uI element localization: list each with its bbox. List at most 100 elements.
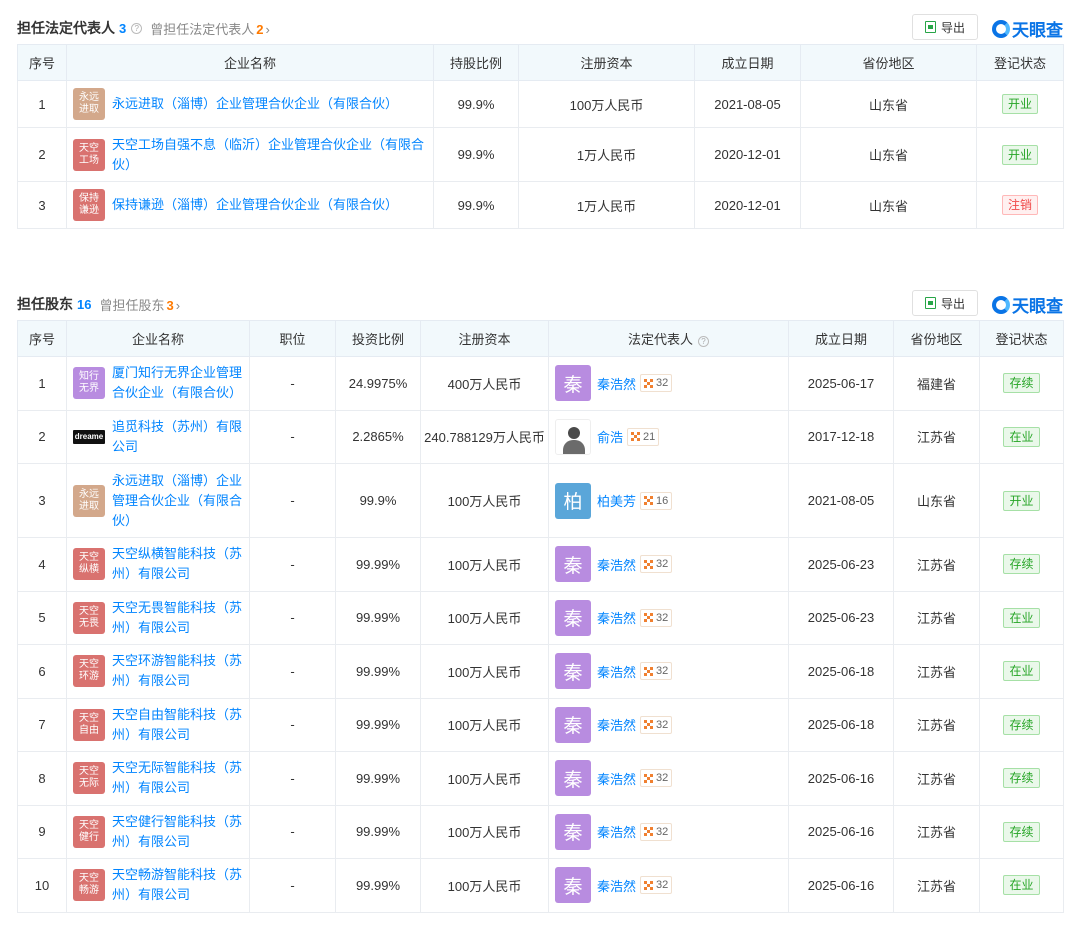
legal-rep-wrap: 秦秦浩然 32 (549, 653, 788, 690)
avatar[interactable]: 秦 (555, 599, 591, 636)
legal-rep-cell: 俞浩 21 (548, 409, 789, 464)
share-ratio: 99.9% (433, 80, 519, 128)
legal-rep-name-link[interactable]: 俞浩 (597, 427, 623, 446)
avatar[interactable]: 秦 (555, 867, 591, 904)
company-name-link[interactable]: 天空无畏智能科技（苏州）有限公司 (112, 598, 243, 638)
avatar[interactable]: 秦 (555, 813, 591, 850)
company-cell: 永远进取 永远进取（淄博）企业管理合伙企业（有限合伙） (66, 80, 434, 128)
company-cell: 永远进取 永远进取（淄博）企业管理合伙企业（有限合伙） (66, 463, 250, 538)
avatar[interactable]: 秦 (555, 365, 591, 402)
company-cell: 天空健行 天空健行智能科技（苏州）有限公司 (66, 804, 250, 859)
legal-rep-name-link[interactable]: 秦浩然 (597, 876, 636, 895)
relation-icon (644, 720, 653, 729)
company-cell: 知行无界 厦门知行无界企业管理合伙企业（有限合伙） (66, 356, 250, 411)
legal-rep-name-link[interactable]: 秦浩然 (597, 715, 636, 734)
company-name-link[interactable]: 追觅科技（苏州）有限公司 (112, 417, 243, 457)
registered-capital: 100万人民币 (518, 80, 695, 128)
avatar[interactable]: 秦 (555, 706, 591, 743)
related-companies-badge[interactable]: 16 (640, 491, 673, 510)
shareholder-table: 序号 企业名称 职位 投资比例 注册资本 法定代表人? 成立日期 省份地区 登记状态 1 知行无界… (17, 320, 1064, 913)
related-companies-badge[interactable]: 32 (640, 822, 673, 841)
related-companies-badge[interactable]: 32 (640, 608, 673, 627)
company-name-link[interactable]: 天空自由智能科技（苏州）有限公司 (112, 705, 243, 745)
company-logo: 保持谦逊 (73, 189, 105, 221)
company-logo: 天空无畏 (73, 601, 105, 634)
related-companies-badge[interactable]: 32 (640, 662, 673, 681)
legal-rep-name-link[interactable]: 秦浩然 (597, 769, 636, 788)
legal-rep-name-link[interactable]: 秦浩然 (597, 374, 636, 393)
company-logo: 天空无际 (73, 762, 105, 795)
excel-icon (924, 21, 936, 33)
company-name-link[interactable]: 永远进取（淄博）企业管理合伙企业（有限合伙） (112, 94, 398, 114)
related-companies-badge[interactable]: 32 (640, 715, 673, 734)
column-header-label: 职位 (279, 332, 306, 347)
column-header-label: 登记状态 (995, 332, 1048, 347)
related-companies-badge[interactable]: 32 (640, 769, 673, 788)
company-name-link[interactable]: 天空工场自强不息（临沂）企业管理合伙企业（有限合伙） (112, 135, 427, 175)
relation-icon (644, 827, 653, 836)
company-name-wrap: 保持谦逊 保持谦逊（淄博）企业管理合伙企业（有限合伙） (73, 189, 427, 221)
company-name-wrap: 天空环游 天空环游智能科技（苏州）有限公司 (73, 651, 243, 691)
avatar[interactable]: 秦 (555, 760, 591, 797)
former-legal-rep-link[interactable]: 曾担任法定代表人 2 › (150, 19, 270, 38)
region: 江苏省 (893, 858, 980, 913)
company-name-link[interactable]: 保持谦逊（淄博）企业管理合伙企业（有限合伙） (112, 195, 398, 215)
column-header-label: 序号 (28, 332, 55, 347)
share-ratio: 99.9% (433, 127, 519, 182)
company-name-link[interactable]: 天空纵横智能科技（苏州）有限公司 (112, 544, 243, 584)
relation-icon (644, 496, 653, 505)
legal-rep-wrap: 秦秦浩然 32 (549, 813, 788, 850)
legal-rep-wrap: 秦秦浩然 32 (549, 867, 788, 904)
related-companies-badge[interactable]: 32 (640, 555, 673, 574)
export-label: 导出 (940, 20, 965, 35)
company-logo: 天空畅游 (73, 869, 105, 902)
avatar[interactable]: 秦 (555, 546, 591, 583)
related-count: 32 (656, 825, 669, 838)
company-name-link[interactable]: 厦门知行无界企业管理合伙企业（有限合伙） (112, 363, 243, 403)
status-cell: 在业 (979, 409, 1064, 464)
related-companies-badge[interactable]: 32 (640, 374, 673, 393)
column-header: 序号 (17, 320, 67, 357)
related-companies-badge[interactable]: 21 (627, 427, 660, 446)
help-icon[interactable]: ? (698, 336, 709, 347)
table-row: 5 天空无畏 天空无畏智能科技（苏州）有限公司 -99.99% 100万人民币秦秦浩然 3… (17, 590, 1064, 645)
help-icon[interactable]: ? (131, 22, 143, 34)
row-index: 4 (17, 537, 67, 592)
avatar[interactable] (555, 418, 591, 455)
table-row: 4 天空纵横 天空纵横智能科技（苏州）有限公司 -99.99% 100万人民币秦秦浩然 3… (17, 537, 1064, 592)
status-cell: 开业 (976, 80, 1064, 128)
established-date: 2021-08-05 (788, 463, 894, 538)
investment-ratio: 99.99% (335, 804, 421, 859)
company-name-link[interactable]: 天空无际智能科技（苏州）有限公司 (112, 758, 243, 798)
avatar[interactable]: 秦 (555, 653, 591, 690)
legal-rep-name-link[interactable]: 秦浩然 (597, 822, 636, 841)
legal-rep-name-link[interactable]: 柏美芳 (597, 491, 636, 510)
table-row: 6 天空环游 天空环游智能科技（苏州）有限公司 -99.99% 100万人民币秦秦浩然 3… (17, 644, 1064, 699)
company-logo: 天空环游 (73, 655, 105, 688)
avatar[interactable]: 柏 (555, 482, 591, 519)
region: 山东省 (893, 463, 980, 538)
dreame-logo-text: dreame (72, 429, 106, 444)
legal-rep-name-link[interactable]: 秦浩然 (597, 555, 636, 574)
legal-rep-name-link[interactable]: 秦浩然 (597, 608, 636, 627)
status-badge: 存续 (1003, 714, 1040, 735)
column-header: 企业名称 (66, 44, 434, 81)
company-name-link[interactable]: 天空环游智能科技（苏州）有限公司 (112, 651, 243, 691)
related-companies-badge[interactable]: 32 (640, 876, 673, 895)
company-name-link[interactable]: 永远进取（淄博）企业管理合伙企业（有限合伙） (112, 471, 243, 531)
column-header: 省份地区 (800, 44, 977, 81)
established-date: 2025-06-23 (788, 537, 894, 592)
company-name-link[interactable]: 天空畅游智能科技（苏州）有限公司 (112, 865, 243, 905)
company-name-link[interactable]: 天空健行智能科技（苏州）有限公司 (112, 812, 243, 852)
company-name-wrap: 天空工场 天空工场自强不息（临沂）企业管理合伙企业（有限合伙） (73, 135, 427, 175)
company-cell: 天空纵横 天空纵横智能科技（苏州）有限公司 (66, 537, 250, 592)
legal-rep-table: 序号 企业名称 持股比例 注册资本 成立日期 省份地区 登记状态 1 永远进取 永远进取（淄博）… (17, 44, 1064, 229)
registered-capital: 400万人民币 (420, 356, 549, 411)
former-shareholder-link[interactable]: 曾担任股东 3 › (99, 295, 180, 314)
established-date: 2025-06-16 (788, 858, 894, 913)
export-button[interactable]: 导出 (912, 14, 978, 40)
export-button[interactable]: 导出 (912, 290, 978, 316)
row-index: 2 (17, 409, 67, 464)
legal-rep-cell: 秦秦浩然 32 (548, 590, 789, 645)
legal-rep-name-link[interactable]: 秦浩然 (597, 662, 636, 681)
